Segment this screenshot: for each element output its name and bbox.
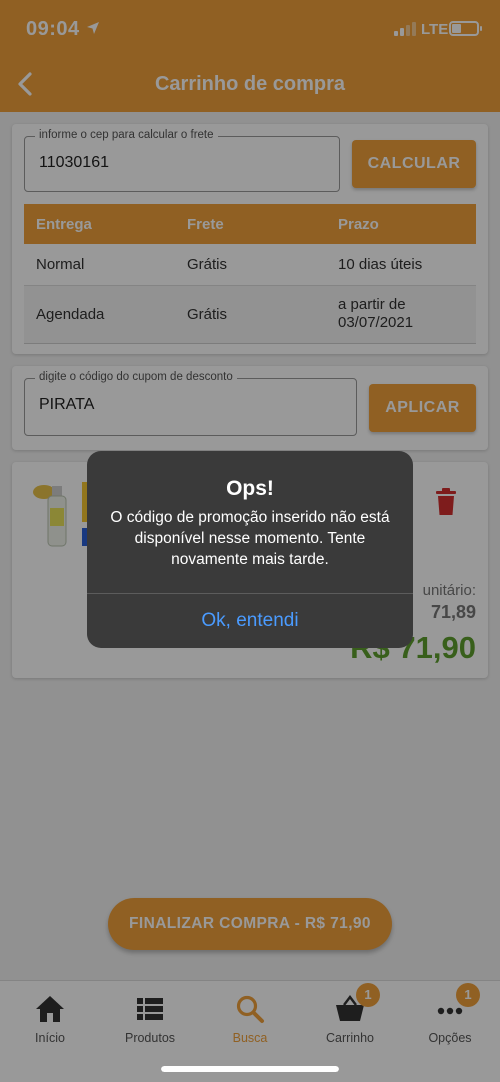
error-alert-dialog: Ops! O código de promoção inserido não e…	[87, 451, 413, 648]
alert-message: O código de promoção inserido não está d…	[110, 509, 390, 568]
alert-title: Ops!	[226, 477, 274, 500]
alert-ok-button[interactable]: Ok, entendi	[87, 594, 413, 648]
home-indicator-bar[interactable]	[161, 1066, 339, 1072]
